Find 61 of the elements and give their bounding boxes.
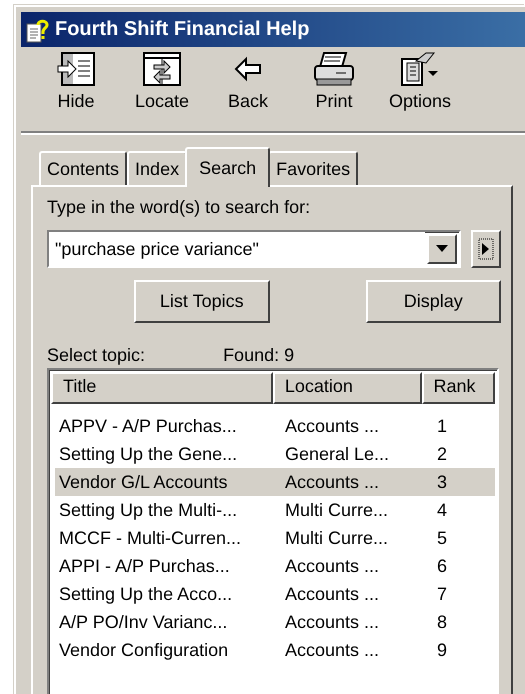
- location-cell-text: Multi Curre...: [284, 528, 390, 548]
- push-button[interactable]: List Topics: [134, 280, 270, 323]
- location-cell-text: General Le...: [284, 444, 390, 464]
- title-cell-text: Setting Up the Acco...: [58, 584, 234, 604]
- result-row[interactable]: Setting Up the Multi-... Multi Curre... 4: [55, 496, 495, 524]
- title-cell-text: A/P PO/Inv Varianc...: [58, 612, 228, 632]
- rank-cell-text: 3: [436, 472, 448, 492]
- title-cell-text: APPI - A/P Purchas...: [58, 556, 231, 576]
- down-triangle-icon: [436, 245, 448, 253]
- location-cell-text: Accounts ...: [284, 556, 380, 576]
- search-field[interactable]: "purchase price variance": [47, 230, 462, 268]
- location-cell-text: Accounts ...: [284, 584, 380, 604]
- location-cell-text: Accounts ...: [284, 416, 380, 436]
- menu-arrow-button[interactable]: [471, 230, 501, 268]
- title-cell-text: Vendor G/L Accounts: [58, 472, 228, 492]
- rank-cell-text: 1: [436, 416, 448, 436]
- push-button[interactable]: Display: [366, 280, 501, 323]
- tab[interactable]: Favorites: [268, 151, 358, 185]
- title-cell-text: APPV - A/P Purchas...: [58, 416, 238, 436]
- location-cell-text: Accounts ...: [284, 472, 380, 492]
- result-row[interactable]: Vendor Configuration Accounts ... 9: [55, 636, 495, 664]
- location-cell-text: Accounts ...: [284, 612, 380, 632]
- result-row[interactable]: Vendor G/L Accounts Accounts ... 3: [55, 468, 495, 496]
- rank-cell-text: 6: [436, 556, 448, 576]
- column-header[interactable]: Title: [51, 372, 273, 404]
- toolbar-button[interactable]: Locate: [129, 51, 195, 131]
- result-row[interactable]: APPV - A/P Purchas... Accounts ... 1: [55, 412, 495, 440]
- toolbar-button[interactable]: Back: [215, 51, 281, 131]
- column-header[interactable]: Location: [272, 372, 422, 404]
- search-prompt: Type in the word(s) to search for:: [47, 197, 312, 218]
- rank-cell-text: 5: [436, 528, 448, 548]
- result-row[interactable]: APPI - A/P Purchas... Accounts ... 6: [55, 552, 495, 580]
- rank-cell-text: 2: [436, 444, 448, 464]
- result-row[interactable]: A/P PO/Inv Varianc... Accounts ... 8: [55, 608, 495, 636]
- dropdown-button[interactable]: [427, 234, 458, 264]
- tab[interactable]: Index: [127, 151, 188, 185]
- toolbar-button[interactable]: Hide: [43, 51, 109, 131]
- select-topic-label: Select topic:: [47, 345, 146, 366]
- result-row[interactable]: Setting Up the Acco... Accounts ... 7: [55, 580, 495, 608]
- tab[interactable]: Contents: [39, 151, 128, 185]
- title-cell-text: Setting Up the Gene...: [58, 444, 238, 464]
- result-row[interactable]: MCCF - Multi-Curren... Multi Curre... 5: [55, 524, 495, 552]
- toolbar-button[interactable]: Print: [301, 51, 367, 131]
- toolbar-button[interactable]: Options: [387, 51, 453, 131]
- sync-pane-icon: [142, 51, 182, 87]
- title-cell-text: Setting Up the Multi-...: [58, 500, 238, 520]
- rank-cell-text: 8: [436, 612, 448, 632]
- rank-cell-text: 7: [436, 584, 448, 604]
- title-cell-text: MCCF - Multi-Curren...: [58, 528, 242, 548]
- column-header[interactable]: Rank: [422, 372, 495, 404]
- found-count: Found: 9: [223, 345, 294, 366]
- location-cell-text: Accounts ...: [284, 640, 380, 660]
- printer-icon: [312, 51, 356, 87]
- hide-pane-icon: [56, 51, 96, 87]
- rank-cell-text: 4: [436, 500, 448, 520]
- location-cell-text: Multi Curre...: [284, 500, 390, 520]
- result-row[interactable]: Setting Up the Gene... General Le... 2: [55, 440, 495, 468]
- window-title: Fourth Shift Financial Help: [55, 18, 310, 41]
- rank-cell-text: 9: [436, 640, 448, 660]
- tab[interactable]: Search: [185, 147, 270, 187]
- title-cell-text: Vendor Configuration: [58, 640, 230, 660]
